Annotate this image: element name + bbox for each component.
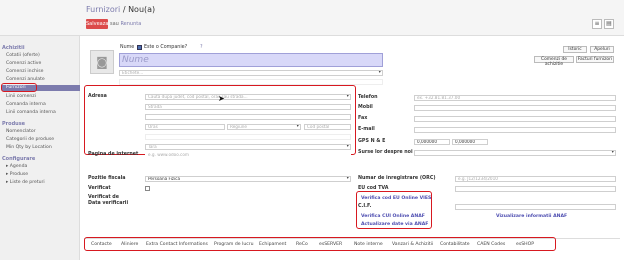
- comenzi-achizitie-button[interactable]: Comenzi de achizitie: [534, 56, 574, 67]
- cif-input[interactable]: [455, 204, 616, 210]
- avatar[interactable]: ◙: [90, 50, 114, 74]
- sidebar-item-linii-comenzi[interactable]: Linii comenzi: [6, 94, 36, 99]
- fiscal-select[interactable]: Persoana Fizica: [145, 176, 351, 182]
- breadcrumb: Furnizori / Nou(a): [86, 5, 155, 14]
- discard-prefix: sau: [110, 21, 119, 27]
- sidebar-item-comanda-interna[interactable]: Comanda interna: [6, 102, 46, 107]
- sidebar-item-nomenclator[interactable]: Nomenclator: [6, 129, 36, 134]
- fax-input[interactable]: [414, 116, 616, 122]
- fiscal-label: Pozitie fiscala: [88, 176, 126, 181]
- company-checkbox[interactable]: [137, 45, 142, 50]
- breadcrumb-separator: /: [120, 5, 129, 14]
- website-label: Pagina de internet: [88, 152, 139, 157]
- sidebar-item-linii-comanda-interna[interactable]: Linii comanda interna: [6, 110, 56, 115]
- sidebar-section-configurare: Configurare: [2, 156, 36, 162]
- istoric-button[interactable]: Istoric: [563, 46, 587, 53]
- highlight-vat: [356, 191, 432, 229]
- name-label: Nume: [120, 45, 135, 50]
- company-label: Este o Companie?: [144, 45, 188, 50]
- form-view-icon[interactable]: ▤: [604, 19, 614, 29]
- category-tags-input[interactable]: Etichete...: [119, 70, 383, 76]
- mobile-label: Mobil: [358, 105, 373, 110]
- sidebar-section-achizitii: Achizitii: [2, 45, 25, 51]
- mobile-input[interactable]: [414, 105, 616, 111]
- sidebar-item-produse-label: Produse: [9, 172, 29, 177]
- highlight-furnizori: [1, 83, 37, 92]
- fax-label: Fax: [358, 116, 368, 121]
- gps-n-input[interactable]: 0,000000: [414, 139, 450, 145]
- reg-label: Numar de inregistrare (ORC): [358, 176, 436, 181]
- verified-label: Verificat: [88, 186, 111, 191]
- phone-input[interactable]: ex. +32.81.81.37.00: [414, 95, 616, 101]
- sidebar: Achizitii Cotatii (oferte) Comenzi activ…: [0, 36, 80, 260]
- email-input[interactable]: [414, 127, 616, 133]
- breadcrumb-parent[interactable]: Furnizori: [86, 5, 120, 14]
- sidebar-item-comenzi-anulate[interactable]: Comenzi anulate: [6, 77, 45, 82]
- verified-checkbox[interactable]: [145, 186, 150, 191]
- website-input[interactable]: e.g. www.odoo.com: [145, 152, 351, 158]
- gps-label: GPS N & E: [358, 139, 386, 144]
- reg-input[interactable]: e.g. J12/1234/2010: [455, 176, 616, 182]
- discard-button[interactable]: Renunta: [120, 21, 141, 27]
- breadcrumb-current: Nou(a): [128, 5, 156, 14]
- lang-label: Surse lor despre noi: [358, 150, 413, 155]
- sidebar-section-produse: Produse: [2, 121, 26, 127]
- sidebar-item-comenzi-active[interactable]: Comenzi active: [6, 61, 41, 66]
- name-input[interactable]: Nume: [119, 53, 383, 67]
- sidebar-item-agenda[interactable]: ▸ Agenda: [6, 164, 27, 169]
- phone-label: Telefon: [358, 95, 378, 100]
- apeluri-button[interactable]: Apeluri: [590, 46, 614, 53]
- sidebar-item-liste-preturi[interactable]: ▸ Liste de preturi: [6, 180, 45, 185]
- sidebar-item-agenda-label: Agenda: [9, 164, 28, 169]
- sidebar-item-liste-preturi-label: Liste de preturi: [9, 180, 45, 185]
- help-icon: ?: [200, 45, 203, 50]
- mouse-cursor-icon: ➤: [218, 94, 225, 103]
- facturi-furnizori-button[interactable]: Facturi furnizori: [576, 56, 614, 63]
- camera-icon: ◙: [96, 55, 108, 69]
- anaf-view-link[interactable]: Vizualizare informatii ANAF: [496, 214, 567, 219]
- sidebar-item-produse[interactable]: ▸ Produse: [6, 172, 28, 177]
- highlight-tabs: [84, 237, 556, 251]
- save-button[interactable]: Salveaza: [86, 19, 108, 29]
- discard-area: sau Renunta: [110, 21, 141, 27]
- sidebar-item-min-qty[interactable]: Min Qty by Location: [6, 145, 52, 150]
- vat-input[interactable]: [455, 186, 616, 192]
- gps-e-input[interactable]: 0,000000: [452, 139, 488, 145]
- email-label: E-mail: [358, 127, 375, 132]
- sidebar-item-categorii[interactable]: Categorii de produse: [6, 137, 54, 142]
- control-panel: Furnizori / Nou(a) Salveaza sau Renunta …: [0, 0, 624, 36]
- list-view-icon[interactable]: ≡: [592, 19, 602, 29]
- verified-date-label: Verificat de Data verificarii: [88, 195, 129, 206]
- sidebar-item-cotatii[interactable]: Cotatii (oferte): [6, 53, 40, 58]
- sidebar-item-comenzi-inchise[interactable]: Comenzi inchise: [6, 69, 44, 74]
- lang-select[interactable]: [414, 150, 616, 156]
